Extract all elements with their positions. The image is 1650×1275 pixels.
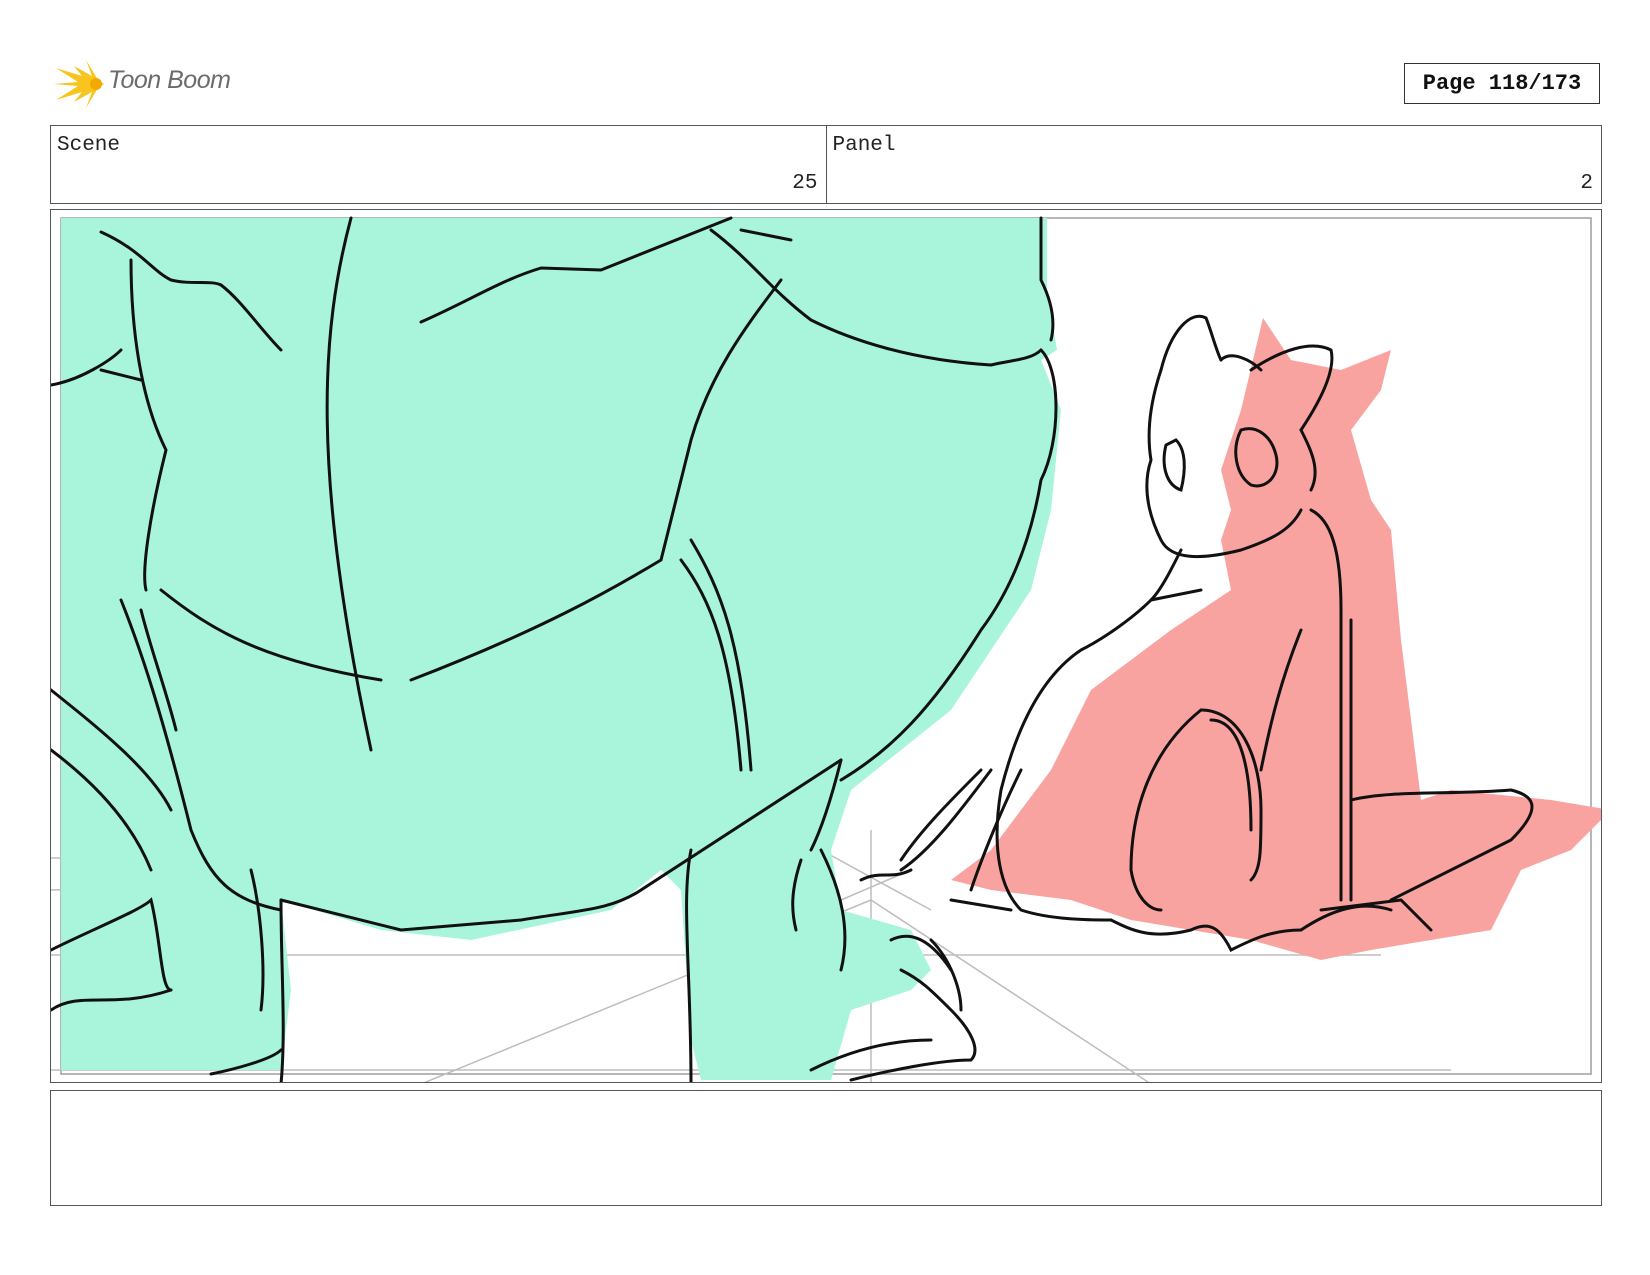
toon-boom-logo: Toon Boom xyxy=(52,56,262,112)
panel-cell: Panel 2 xyxy=(825,126,1602,203)
storyboard-drawing xyxy=(51,216,1601,1082)
scene-cell: Scene 25 xyxy=(51,126,826,203)
scene-label: Scene xyxy=(57,134,121,157)
panel-label: Panel xyxy=(832,134,896,157)
storyboard-panel-frame xyxy=(50,209,1602,1083)
scene-panel-header: Scene 25 Panel 2 xyxy=(50,125,1602,204)
logo-text: Toon Boom xyxy=(108,66,231,94)
panel-number: 2 xyxy=(1580,172,1593,195)
page-indicator: Page 118/173 xyxy=(1404,63,1600,104)
panel-notes-box xyxy=(50,1090,1602,1206)
logo-burst-icon xyxy=(54,60,104,108)
mint-character xyxy=(61,218,1061,1080)
scene-number: 25 xyxy=(792,172,818,195)
